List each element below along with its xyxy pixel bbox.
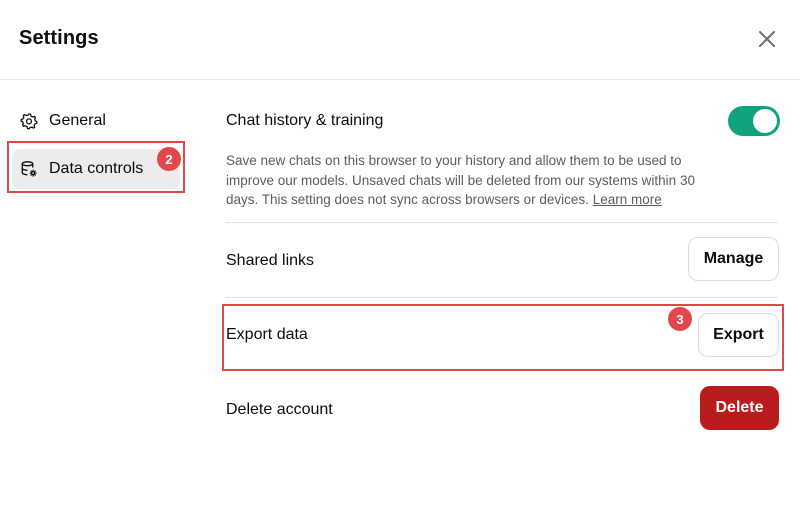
shared-links-label: Shared links xyxy=(226,252,315,269)
export-button[interactable]: Export xyxy=(698,313,779,357)
delete-account-label: Delete account xyxy=(226,401,333,418)
database-settings-icon xyxy=(20,160,38,178)
chat-history-label: Chat history & training xyxy=(226,112,384,129)
annotation-badge: 2 xyxy=(157,147,181,171)
toggle-knob xyxy=(753,109,777,133)
chat-history-toggle[interactable] xyxy=(728,106,780,136)
sidebar-item-label: Data controls xyxy=(49,160,144,177)
chat-history-description: Save new chats on this browser to your h… xyxy=(226,153,695,207)
divider xyxy=(226,222,778,223)
manage-button[interactable]: Manage xyxy=(688,237,779,281)
delete-button[interactable]: Delete xyxy=(700,386,779,430)
page-title: Settings xyxy=(19,27,99,49)
sidebar-item-data-controls[interactable]: Data controls xyxy=(12,149,180,189)
sidebar-item-label: General xyxy=(49,112,106,129)
learn-more-link[interactable]: Learn more xyxy=(593,192,662,207)
close-button[interactable] xyxy=(752,24,782,54)
sidebar-item-general[interactable]: General xyxy=(12,101,180,141)
annotation-badge: 3 xyxy=(668,307,692,331)
gear-icon xyxy=(20,112,38,130)
divider xyxy=(226,297,778,298)
settings-header: Settings xyxy=(0,0,800,80)
export-data-label: Export data xyxy=(226,326,308,343)
close-icon xyxy=(759,31,775,47)
